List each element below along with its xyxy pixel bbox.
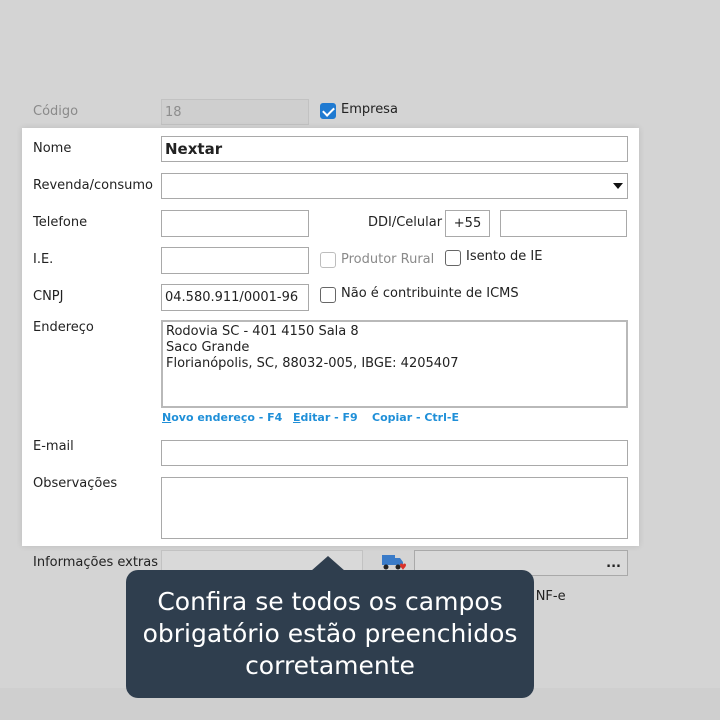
ie-input[interactable] — [161, 247, 309, 274]
email-input[interactable] — [161, 440, 628, 466]
novo-endereco-link[interactable]: Novo endereço - F4 — [162, 411, 282, 424]
empresa-label: Empresa — [341, 102, 398, 117]
endereco-line-3: Florianópolis, SC, 88032-005, IBGE: 4205… — [166, 356, 459, 371]
editar-endereco-text: ditar - F9 — [300, 411, 358, 424]
tooltip-pointer — [311, 556, 345, 571]
nome-input[interactable]: Nextar — [161, 136, 628, 162]
editar-endereco-hotkey: E — [293, 411, 301, 424]
nao-contribuinte-checkbox[interactable] — [320, 287, 336, 303]
empresa-checkbox[interactable] — [320, 103, 336, 119]
revenda-consumo-select[interactable] — [161, 173, 628, 199]
copiar-endereco-link[interactable]: Copiar - Ctrl-E — [372, 411, 459, 424]
tooltip-line-1: Confira se todos os campos — [157, 587, 503, 616]
isento-ie-checkbox[interactable] — [445, 250, 461, 266]
novo-endereco-text: ovo endereço - F4 — [171, 411, 283, 424]
ddi-input[interactable]: +55 — [445, 210, 490, 237]
tooltip-line-2: obrigatório estão preenchidos — [142, 619, 518, 648]
editar-endereco-link[interactable]: Editar - F9 — [293, 411, 358, 424]
observacoes-textarea[interactable] — [161, 477, 628, 539]
cnpj-input[interactable]: 04.580.911/0001-96 — [161, 284, 309, 311]
ellipsis-button[interactable]: ... — [606, 556, 624, 571]
telefone-label: Telefone — [33, 215, 88, 230]
tooltip-line-3: corretamente — [245, 651, 415, 680]
endereco-line-1: Rodovia SC - 401 4150 Sala 8 — [166, 324, 359, 339]
produtor-rural-label: Produtor Rural — [341, 252, 435, 267]
nao-contribuinte-label: Não é contribuinte de ICMS — [341, 286, 519, 301]
ddi-celular-label: DDI/Celular — [368, 215, 443, 230]
info-extras-label: Informações extras — [33, 555, 158, 570]
endereco-line-2: Saco Grande — [166, 340, 250, 355]
produtor-rural-checkbox[interactable] — [320, 252, 336, 268]
celular-input[interactable] — [500, 210, 627, 237]
telefone-input[interactable] — [161, 210, 309, 237]
observacoes-label: Observações — [33, 476, 118, 491]
isento-ie-label: Isento de IE — [466, 249, 543, 264]
endereco-label: Endereço — [33, 320, 94, 335]
novo-endereco-hotkey: N — [162, 411, 172, 424]
revenda-consumo-label: Revenda/consumo — [33, 178, 153, 193]
codigo-label: Código — [33, 104, 79, 119]
tooltip-callout: Confira se todos os campos obrigatório e… — [126, 570, 534, 698]
cnpj-label: CNPJ — [33, 289, 64, 304]
codigo-field[interactable]: 18 — [161, 99, 309, 125]
email-label: E-mail — [33, 439, 74, 454]
nome-label: Nome — [33, 141, 72, 156]
chevron-down-icon[interactable] — [613, 183, 623, 189]
ie-label: I.E. — [33, 252, 54, 267]
endereco-box[interactable]: Rodovia SC - 401 4150 Sala 8 Saco Grande… — [161, 320, 628, 408]
